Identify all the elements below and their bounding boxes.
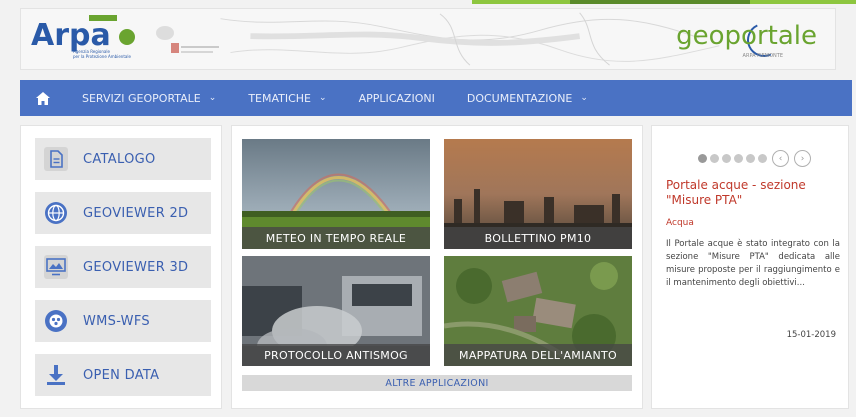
arpa-logo-text: Arpa — [31, 18, 111, 53]
chevron-down-icon: ⌄ — [580, 93, 588, 103]
carousel-dot[interactable] — [758, 154, 767, 163]
monitor-icon — [39, 250, 73, 284]
sidebar-item-label: OPEN DATA — [83, 367, 160, 383]
geoportale-logo-text: geoportale — [676, 21, 817, 51]
nav-item-tematiche[interactable]: TEMATICHE ⌄ — [232, 92, 342, 105]
sidebar-item-geoviewer-3d[interactable]: GEOVIEWER 3D — [35, 246, 211, 288]
nav-item-label: SERVIZI GEOPORTALE — [82, 91, 201, 105]
chevron-right-icon[interactable]: › — [794, 150, 811, 167]
nav-item-servizi-geoportale[interactable]: SERVIZI GEOPORTALE ⌄ — [66, 92, 232, 105]
news-date: 15-01-2019 — [786, 330, 836, 340]
carousel-dot[interactable] — [710, 154, 719, 163]
nav-item-label: TEMATICHE — [248, 91, 312, 105]
svg-text:per la Protezione Ambientale: per la Protezione Ambientale — [73, 54, 131, 59]
chevron-down-icon: ⌄ — [319, 93, 327, 103]
sidebar-item-label: GEOVIEWER 3D — [83, 259, 189, 275]
news-body: Il Portale acque è stato integrato con l… — [666, 239, 840, 288]
download-icon — [39, 358, 73, 392]
main-navigation: SERVIZI GEOPORTALE ⌄ TEMATICHE ⌄ APPLICA… — [20, 80, 852, 116]
tile-meteo[interactable]: METEO IN TEMPO REALE — [242, 139, 430, 249]
tile-label: METEO IN TEMPO REALE — [242, 227, 430, 249]
site-header: Arpa Agenzia Regionale per la Protezione… — [20, 8, 836, 70]
arpa-logo[interactable]: Arpa Agenzia Regionale per la Protezione… — [31, 15, 146, 63]
geoportale-logo[interactable]: geoportale ARPA PIEMONTE — [673, 17, 823, 63]
nav-item-documentazione[interactable]: DOCUMENTAZIONE ⌄ — [451, 92, 604, 105]
tile-label: BOLLETTINO PM10 — [444, 227, 632, 249]
sidebar-item-catalogo[interactable]: CATALOGO — [35, 138, 211, 180]
sidebar-item-open-data[interactable]: OPEN DATA — [35, 354, 211, 396]
news-panel: ‹ › Portale acque - sezione "Misure PTA"… — [651, 125, 849, 409]
carousel-dot[interactable] — [746, 154, 755, 163]
carousel-dot[interactable] — [722, 154, 731, 163]
sidebar-item-label: CATALOGO — [83, 151, 156, 167]
sidebar-item-label: WMS-WFS — [83, 313, 150, 329]
carousel-dot[interactable] — [734, 154, 743, 163]
applications-panel: METEO IN TEMPO REALE BOLLETTINO PM10 PRO… — [231, 125, 643, 409]
home-button[interactable] — [20, 80, 66, 116]
news-title[interactable]: Portale acque - sezione "Misure PTA" — [666, 178, 842, 208]
tile-mappatura-amianto[interactable]: MAPPATURA DELL'AMIANTO — [444, 256, 632, 366]
carousel-dot[interactable] — [698, 154, 707, 163]
page: Arpa Agenzia Regionale per la Protezione… — [0, 0, 856, 417]
sidebar-item-wms-wfs[interactable]: WMS-WFS — [35, 300, 211, 342]
nav-item-label: DOCUMENTAZIONE — [466, 91, 573, 105]
geoportale-logo-subtitle: ARPA PIEMONTE — [742, 53, 783, 59]
news-category[interactable]: Acqua — [666, 218, 694, 228]
nav-item-label: APPLICAZIONI — [358, 91, 435, 105]
more-applications-button[interactable]: ALTRE APPLICAZIONI — [242, 375, 632, 391]
top-accent-bar-dark — [570, 0, 750, 4]
service-icon — [39, 304, 73, 338]
carousel-pagination: ‹ › — [698, 150, 811, 167]
tile-label: MAPPATURA DELL'AMIANTO — [444, 344, 632, 366]
nav-item-applicazioni[interactable]: APPLICAZIONI — [343, 92, 451, 105]
chevron-down-icon: ⌄ — [208, 93, 217, 103]
partner-logo — [153, 23, 223, 61]
arpa-logo-graphic: Arpa Agenzia Regionale per la Protezione… — [31, 15, 135, 59]
globe-icon — [39, 196, 73, 230]
tile-bollettino-pm10[interactable]: BOLLETTINO PM10 — [444, 139, 632, 249]
sidebar-item-label: GEOVIEWER 2D — [83, 205, 189, 221]
sidebar-item-geoviewer-2d[interactable]: GEOVIEWER 2D — [35, 192, 211, 234]
chevron-left-icon[interactable]: ‹ — [772, 150, 789, 167]
tile-protocollo-antismog[interactable]: PROTOCOLLO ANTISMOG — [242, 256, 430, 366]
quick-links-sidebar: CATALOGO GEOVIEWER 2D GEOVIEWER 3D WMS-W… — [20, 125, 222, 409]
home-icon — [36, 91, 50, 105]
tile-label: PROTOCOLLO ANTISMOG — [242, 344, 430, 366]
document-icon — [39, 142, 73, 176]
